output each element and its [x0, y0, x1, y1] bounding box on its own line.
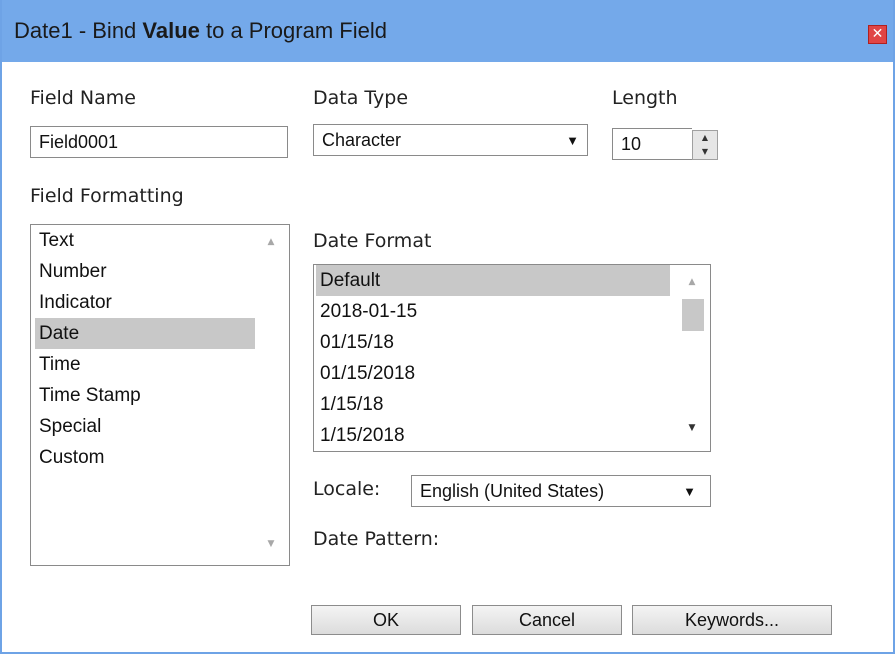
length-label: Length [612, 87, 678, 109]
list-item[interactable]: Indicator [35, 287, 255, 318]
spin-up-icon[interactable]: ▲ [693, 131, 717, 146]
list-item[interactable]: 2018-01-15 [316, 296, 670, 327]
scrollbar-thumb[interactable] [682, 299, 704, 331]
list-item[interactable]: 01/15/18 [316, 327, 670, 358]
list-item[interactable]: Time [35, 349, 255, 380]
dialog-titlebar[interactable]: Date1 - Bind Value to a Program Field ✕ [2, 0, 893, 62]
field-formatting-list[interactable]: Text Number Indicator Date Time Time Sta… [30, 224, 290, 566]
bind-value-dialog: Date1 - Bind Value to a Program Field ✕ … [0, 0, 895, 654]
date-pattern-label: Date Pattern: [313, 528, 440, 550]
list-item[interactable]: Number [35, 256, 255, 287]
list-item[interactable]: 01/15/2018 [316, 358, 670, 389]
list-item-selected[interactable]: Default [316, 265, 670, 296]
list-item[interactable]: Custom [35, 442, 255, 473]
scroll-down-icon[interactable]: ▼ [263, 537, 279, 551]
data-type-value: Character [322, 129, 402, 150]
close-icon[interactable]: ✕ [868, 25, 887, 44]
list-item[interactable]: Time Stamp [35, 380, 255, 411]
list-item[interactable]: Text [35, 225, 255, 256]
dialog-title: Date1 - Bind Value to a Program Field [14, 18, 387, 43]
scroll-up-icon[interactable]: ▲ [263, 235, 279, 249]
length-input[interactable]: 10 [612, 128, 692, 160]
field-name-input[interactable]: Field0001 [30, 126, 288, 158]
ok-button[interactable]: OK [311, 605, 461, 635]
locale-select[interactable]: English (United States) ▼ [411, 475, 711, 507]
keywords-button[interactable]: Keywords... [632, 605, 832, 635]
list-item[interactable]: 1/15/2018 [316, 420, 670, 451]
length-stepper: ▲ ▼ [692, 130, 718, 160]
scroll-up-icon[interactable]: ▲ [684, 275, 700, 289]
chevron-down-icon: ▼ [683, 483, 696, 499]
cancel-button[interactable]: Cancel [472, 605, 622, 635]
date-format-list[interactable]: Default 2018-01-15 01/15/18 01/15/2018 1… [313, 264, 711, 452]
field-formatting-label: Field Formatting [30, 185, 184, 207]
chevron-down-icon: ▼ [566, 132, 579, 148]
locale-label: Locale: [313, 478, 381, 500]
list-item-selected[interactable]: Date [35, 318, 255, 349]
data-type-label: Data Type [313, 87, 409, 109]
date-format-label: Date Format [313, 230, 432, 252]
list-item[interactable]: Special [35, 411, 255, 442]
field-name-label: Field Name [30, 87, 136, 109]
spin-down-icon[interactable]: ▼ [693, 145, 717, 159]
scroll-down-icon[interactable]: ▼ [684, 421, 700, 435]
data-type-select[interactable]: Character ▼ [313, 124, 588, 156]
locale-value: English (United States) [420, 480, 605, 501]
list-item[interactable]: 1/15/18 [316, 389, 670, 420]
